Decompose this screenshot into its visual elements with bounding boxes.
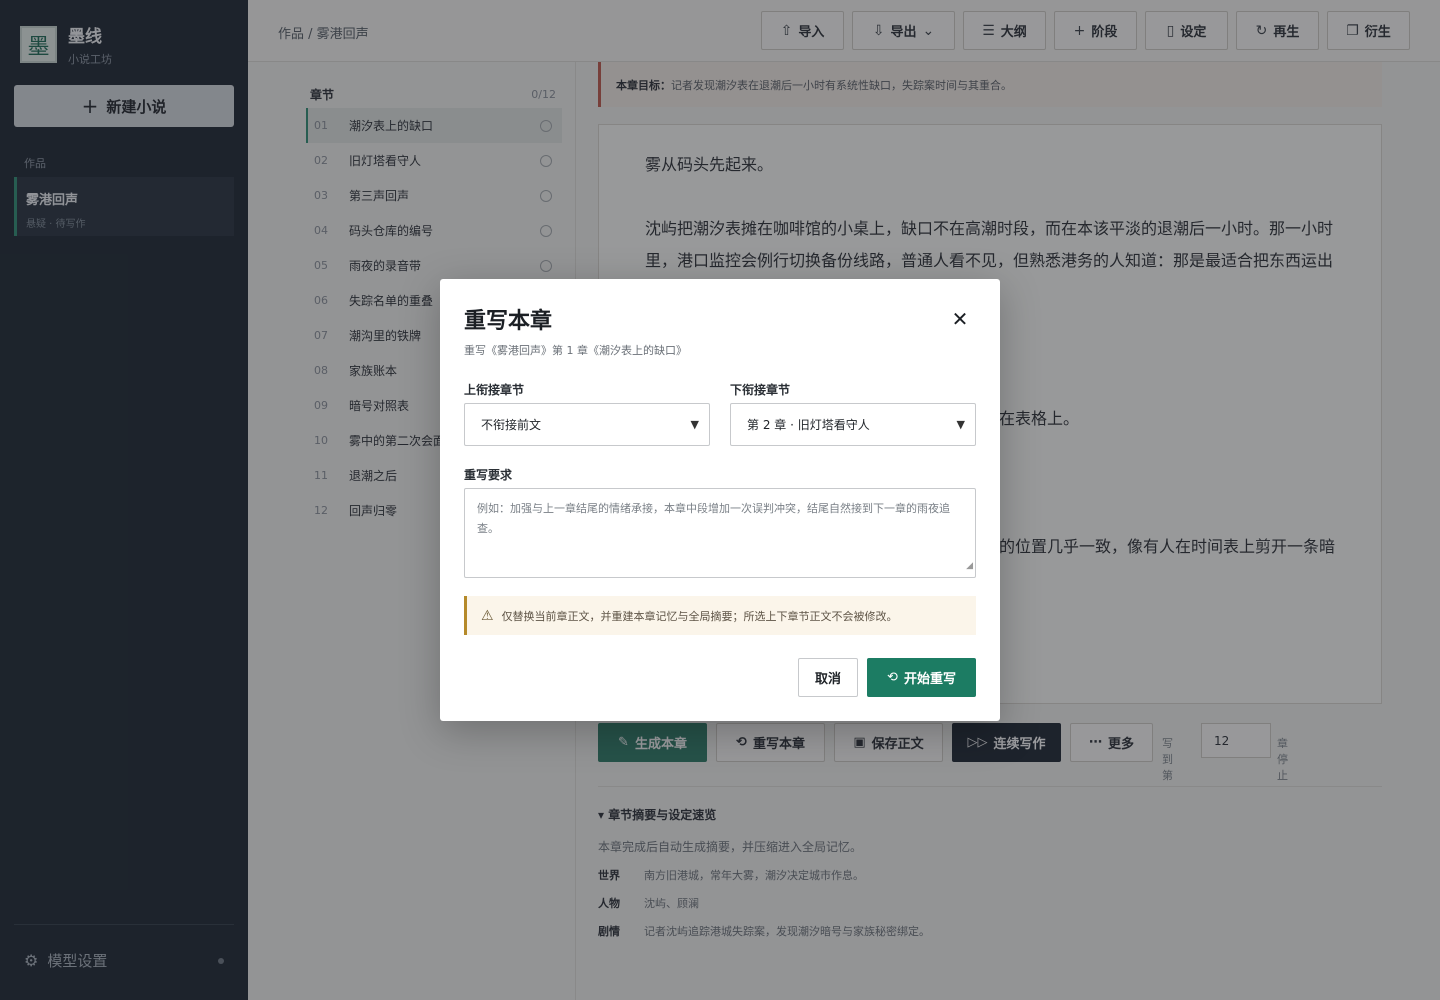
close-icon[interactable]: ✕ xyxy=(950,309,970,329)
rewrite-icon: ⟲ xyxy=(887,670,898,685)
resize-grip-icon[interactable]: ◢ xyxy=(966,556,973,576)
rewrite-requirements-input[interactable]: 例如：加强与上一章结尾的情绪承接，本章中段增加一次误判冲突，结尾自然接到下一章的… xyxy=(464,488,976,578)
chevron-down-icon: ▼ xyxy=(690,418,699,431)
next-chapter-label: 下衔接章节 xyxy=(730,383,791,397)
prev-chapter-label: 上衔接章节 xyxy=(464,383,525,397)
requirements-placeholder: 例如：加强与上一章结尾的情绪承接，本章中段增加一次误判冲突，结尾自然接到下一章的… xyxy=(477,502,950,535)
rewrite-requirements-label: 重写要求 xyxy=(464,468,513,482)
next-chapter-select[interactable]: 第 2 章 · 旧灯塔看守人 ▼ xyxy=(730,403,976,446)
warning-icon: ⚠ xyxy=(481,607,494,624)
start-rewrite-button[interactable]: ⟲ 开始重写 xyxy=(867,658,976,697)
warning-text: 仅替换当前章正文，并重建本章记忆与全局摘要；所选上下章节正文不会被修改。 xyxy=(501,609,898,623)
chevron-down-icon: ▼ xyxy=(956,418,965,431)
rewrite-chapter-dialog: 重写本章 ✕ 重写《雾港回声》第 1 章《潮汐表上的缺口》 上衔接章节 不衔接前… xyxy=(440,279,1000,721)
dialog-subtitle: 重写《雾港回声》第 1 章《潮汐表上的缺口》 xyxy=(464,344,687,357)
warning-notice: ⚠ 仅替换当前章正文，并重建本章记忆与全局摘要；所选上下章节正文不会被修改。 xyxy=(464,596,976,635)
cancel-button[interactable]: 取消 xyxy=(798,658,858,697)
prev-chapter-select[interactable]: 不衔接前文 ▼ xyxy=(464,403,710,446)
dialog-title: 重写本章 xyxy=(464,308,553,334)
